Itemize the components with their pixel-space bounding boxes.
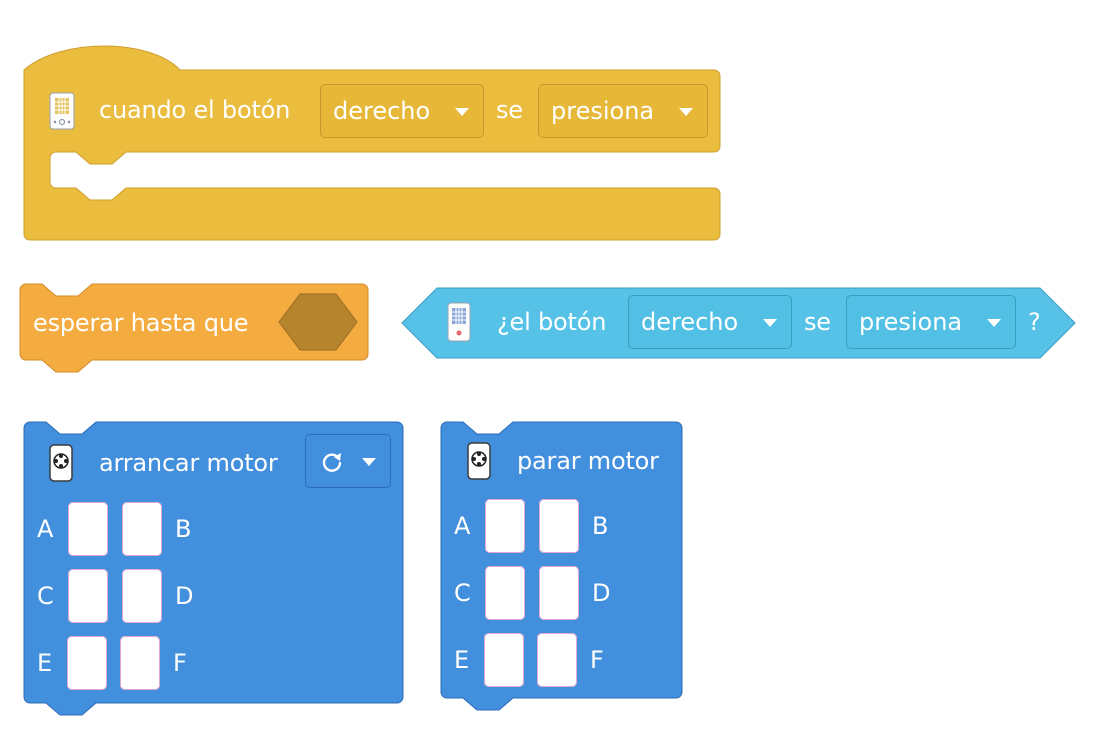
button-side-value: derecho [333,97,431,125]
port-label-e: E [454,646,469,674]
port-label-f: F [590,646,604,674]
port-d-input[interactable] [539,566,579,620]
chevron-down-icon [763,319,777,327]
stop-motor-block[interactable]: parar motor A B C D E F [0,410,700,730]
button-side-dropdown[interactable]: derecho [320,84,484,138]
controller-icon [49,92,75,134]
controller-icon [447,302,471,346]
port-label-d: D [592,579,611,607]
chevron-down-icon [679,108,693,116]
sensor-text-se: se [804,308,831,336]
button-action-dropdown[interactable]: presiona [538,84,708,138]
hat-text-when: cuando el botón [99,96,291,124]
port-label-c: C [454,579,471,607]
stop-motor-label: parar motor [517,447,659,475]
port-label-a: A [454,512,471,540]
port-c-input[interactable] [485,566,525,620]
sensor-button-action-value: presiona [859,308,963,336]
sensor-text-the-button: ¿el botón [497,308,607,336]
motor-icon [467,442,491,484]
when-button-pressed-block[interactable]: cuando el botón derecho se presiona [0,0,760,260]
button-pressed-sensor-block[interactable]: ¿el botón derecho se presiona ? [0,280,1098,370]
port-a-input[interactable] [485,499,525,553]
sensor-button-action-dropdown[interactable]: presiona [846,295,1016,349]
port-b-input[interactable] [539,499,579,553]
port-e-input[interactable] [484,633,524,687]
sensor-button-side-value: derecho [641,308,739,336]
sensor-question-mark: ? [1028,308,1041,336]
button-action-value: presiona [551,97,655,125]
chevron-down-icon [987,319,1001,327]
sensor-button-side-dropdown[interactable]: derecho [628,295,792,349]
port-f-input[interactable] [537,633,577,687]
hat-text-se: se [496,96,523,124]
chevron-down-icon [455,108,469,116]
port-label-b: B [592,512,609,540]
